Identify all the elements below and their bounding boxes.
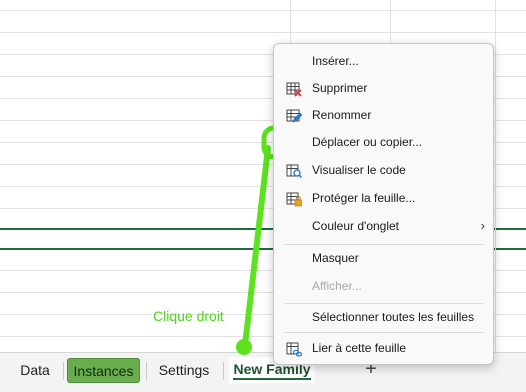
menu-separator	[284, 332, 484, 333]
tab-divider	[146, 362, 147, 380]
grid-row-line	[0, 32, 526, 33]
menu-item-label: Masquer	[312, 251, 359, 265]
menu-item-select-all-sheets[interactable]: Sélectionner toutes les feuilles	[277, 304, 491, 330]
grid-row-line	[0, 10, 526, 11]
link-sheet-icon	[286, 340, 303, 357]
delete-sheet-icon	[286, 80, 302, 97]
menu-item-label: Insérer...	[312, 54, 359, 68]
sheet-context-menu: Insérer... Supprimer Renommer Déplacer o…	[273, 43, 494, 365]
grid-column-line	[495, 0, 496, 352]
tab-divider	[223, 362, 224, 380]
rename-sheet-icon	[286, 107, 303, 123]
menu-item-link-to-sheet[interactable]: Lier à cette feuille	[277, 335, 491, 361]
menu-item-label: Supprimer	[312, 81, 368, 95]
menu-item-label: Couleur d'onglet	[312, 219, 400, 233]
menu-item-unhide: Afficher...	[277, 273, 491, 299]
sheet-tab-instances[interactable]: Instances	[67, 358, 140, 383]
menu-item-move-or-copy[interactable]: Déplacer ou copier...	[277, 129, 491, 155]
menu-item-insert[interactable]: Insérer...	[277, 48, 491, 74]
menu-item-label: Renommer	[312, 108, 372, 122]
menu-item-label: Déplacer ou copier...	[312, 135, 423, 149]
menu-item-hide[interactable]: Masquer	[277, 245, 491, 271]
sheet-tab-data[interactable]: Data	[10, 358, 60, 383]
chevron-right-icon: ›	[480, 218, 485, 233]
protect-sheet-icon	[286, 190, 302, 207]
menu-item-rename[interactable]: Renommer	[277, 102, 491, 128]
menu-item-label: Afficher...	[312, 279, 362, 293]
tab-divider	[63, 362, 64, 380]
menu-item-label: Visualiser le code	[312, 163, 406, 177]
menu-item-protect-sheet[interactable]: Protéger la feuille...	[277, 185, 491, 211]
sheet-tab-settings[interactable]: Settings	[151, 358, 217, 383]
menu-item-label: Protéger la feuille...	[312, 191, 416, 205]
annotation-label: Clique droit	[153, 308, 224, 324]
menu-item-label: Lier à cette feuille	[312, 341, 407, 355]
menu-item-view-code[interactable]: Visualiser le code	[277, 157, 491, 183]
menu-item-tab-color[interactable]: Couleur d'onglet ›	[277, 213, 491, 239]
menu-item-label: Sélectionner toutes les feuilles	[312, 310, 475, 324]
menu-item-delete[interactable]: Supprimer	[277, 75, 491, 101]
view-code-icon	[286, 162, 303, 179]
